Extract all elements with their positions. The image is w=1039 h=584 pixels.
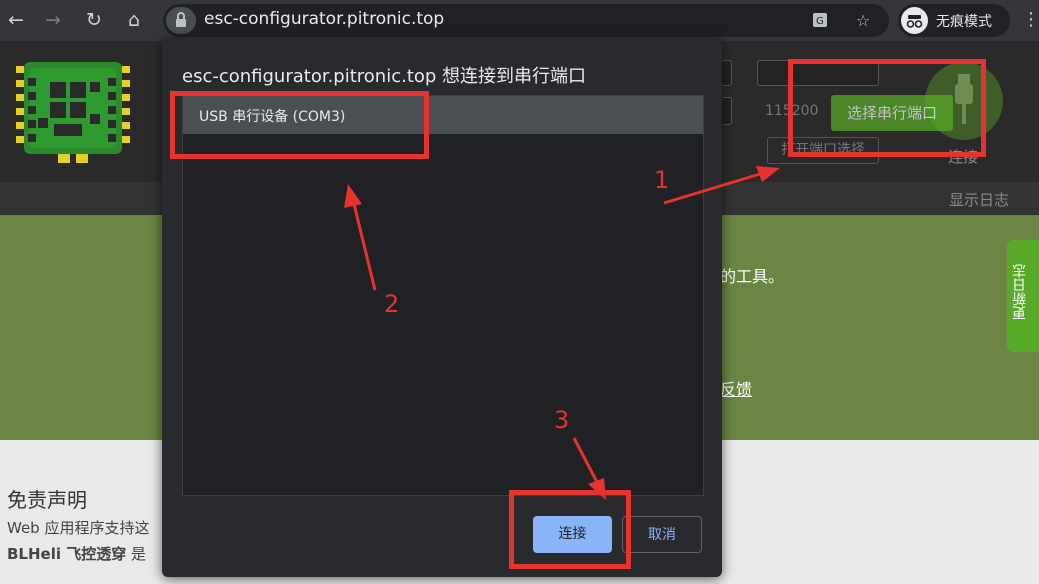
browser-menu-icon[interactable]: ⋮: [1022, 8, 1039, 32]
esc-logo: [16, 62, 130, 163]
incognito-indicator[interactable]: 无痕模式: [898, 4, 1010, 37]
disclaimer-text: Web 应用程序支持这: [7, 519, 150, 537]
translate-icon[interactable]: G: [811, 10, 833, 32]
disclaimer-title: 免责声明: [7, 488, 87, 512]
dialog-title: esc-configurator.pitronic.top 想连接到串行端口: [182, 66, 587, 87]
annotation-number-3: 3: [554, 406, 570, 434]
annotation-number-2: 2: [384, 290, 400, 318]
disclaimer-bold: BLHeli 飞控透穿: [7, 545, 127, 563]
back-icon[interactable]: ←: [4, 8, 28, 32]
annotation-box-connect: [509, 490, 631, 569]
disclaimer-text-2: BLHeli 飞控透穿 是: [7, 543, 146, 564]
bookmark-star-icon[interactable]: ☆: [852, 10, 874, 32]
annotation-number-1: 1: [654, 166, 670, 194]
home-icon[interactable]: ⌂: [122, 8, 146, 32]
changelog-tab[interactable]: 更新日志: [1007, 240, 1039, 352]
incognito-label: 无痕模式: [936, 14, 992, 30]
lock-icon[interactable]: [166, 7, 196, 34]
url-text[interactable]: esc-configurator.pitronic.top: [204, 9, 444, 29]
disclaimer-rest: 是: [126, 545, 147, 563]
show-log-link[interactable]: 显示日志: [949, 189, 1009, 210]
forward-icon[interactable]: →: [41, 8, 65, 32]
incognito-icon: [901, 7, 928, 34]
reload-icon[interactable]: ↻: [82, 8, 106, 32]
browser-toolbar: ← → ↻ ⌂ esc-configurator.pitronic.top G …: [0, 0, 1039, 41]
annotation-box-choose-port: [788, 59, 986, 157]
cancel-button[interactable]: 取消: [622, 516, 702, 553]
svg-text:G: G: [816, 16, 824, 27]
address-bar[interactable]: esc-configurator.pitronic.top G ☆: [163, 4, 889, 37]
changelog-tab-label: 更新日志: [1012, 264, 1028, 320]
welcome-text: 的工具。: [720, 267, 785, 286]
feedback-link[interactable]: 反馈: [720, 376, 752, 400]
annotation-box-device: [170, 91, 429, 159]
